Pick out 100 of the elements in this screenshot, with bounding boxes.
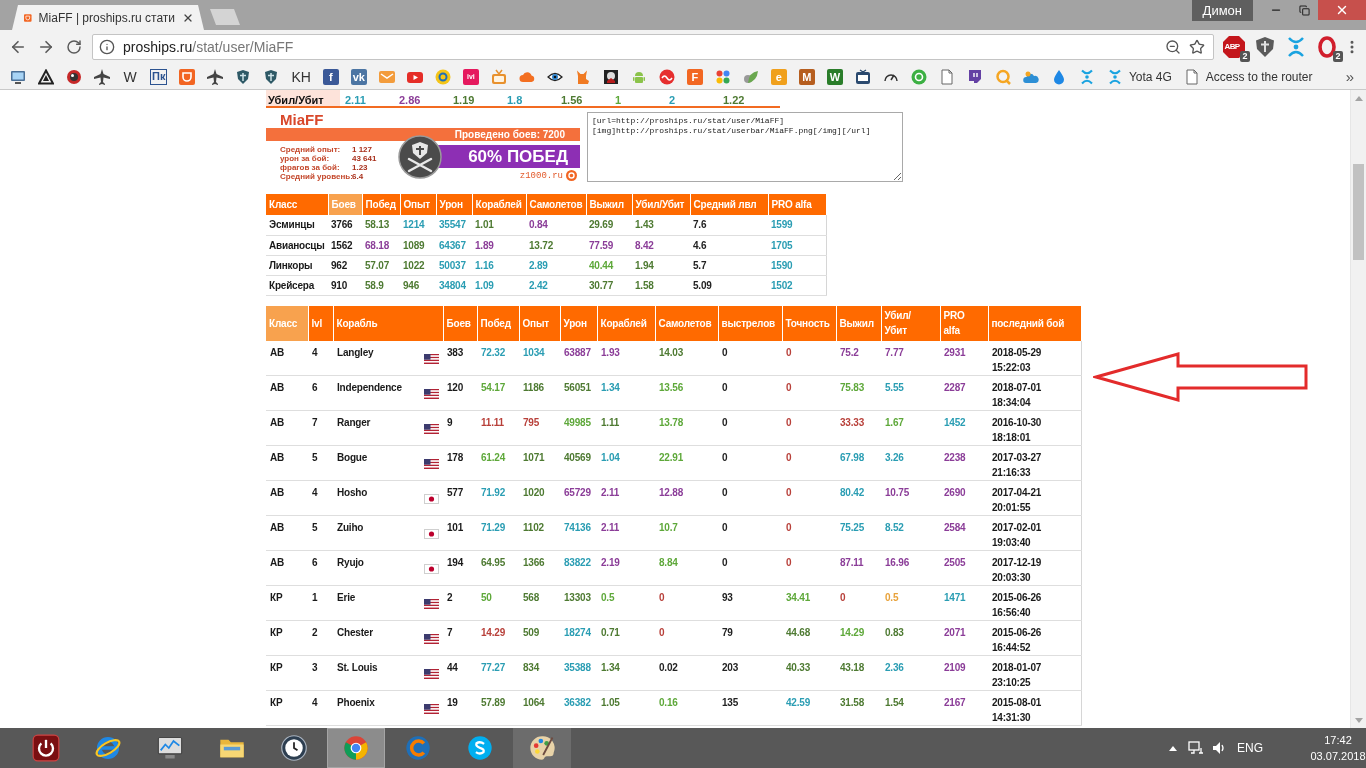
column-header[interactable]: PRO alfa [768,194,826,215]
more-bookmarks-button[interactable]: » [1341,68,1358,85]
table-cell: 0 [718,550,782,586]
favicon: Пк [150,68,168,85]
table-cell: 64.95 [477,550,519,586]
table-cell: 5 [308,445,333,481]
table-cell: 6 [308,375,333,411]
table-cell: 1.04 [597,445,655,481]
table-cell: 44.68 [782,620,836,656]
bookmark[interactable]: vk [344,65,373,88]
clock-date[interactable]: 03.07.2018 [1310,749,1366,763]
url-text: proships.ru/stat/user/MiaFF [123,39,294,55]
chat-bubble-icon [966,68,983,85]
extension-button[interactable]: ABP 2 [1218,33,1249,61]
column-header[interactable]: Выжил [586,194,632,215]
bookmark-star-icon[interactable] [1189,39,1205,55]
bookmark[interactable]: W [116,65,144,88]
table-cell: 65729 [560,480,597,516]
table-cell: 1.89 [472,235,526,255]
bookmark[interactable]: M [792,65,821,88]
bbcode-textarea[interactable]: [url=http://proships.ru/stat/user/MiaFF] [img]http://proships.ru/stat/userbar/MiaFF.png[/img][/url] [587,112,903,182]
ship-name: Langley [337,345,374,360]
bookmark[interactable]: Пк [144,65,174,88]
column-header[interactable]: Убил/Убит [632,194,690,215]
table-cell: 2017-03-27 21:16:33 [988,445,1081,481]
column-header[interactable]: Опыт [519,305,560,341]
extension-button[interactable]: 2 [1311,33,1342,61]
forward-arrow-icon [37,38,55,56]
column-header[interactable]: PRO alfa [940,305,988,341]
table-cell: 1452 [940,410,988,446]
icon-label: ABP [1224,43,1240,51]
column-header[interactable]: Средний лвл [690,194,768,215]
table-cell: АВ [266,515,308,551]
table-cell: 44 [443,655,477,691]
ship-name: Hosho [337,486,368,500]
zoom-out-icon[interactable] [1165,39,1181,55]
shield-icon [235,68,252,85]
column-header[interactable]: Побед [477,305,519,341]
table-cell: 1214 [400,215,436,235]
bookmark[interactable]: F [680,65,709,88]
table-cell: 8.52 [881,515,940,551]
caret-down-icon [1354,717,1363,723]
scrollbar-thumb[interactable] [1353,164,1364,260]
table-cell: 36382 [560,690,597,726]
japan-flag-icon [424,494,439,504]
column-header[interactable]: Точность [782,305,836,341]
column-header[interactable]: Боев [443,305,477,341]
bookmark[interactable]: f [316,65,345,88]
column-header[interactable]: Урон [560,305,597,341]
bookmark[interactable]: W [820,65,849,88]
column-header[interactable]: Класс [266,305,308,341]
ring-icon [994,68,1011,85]
bookmark[interactable]: KH [285,65,317,88]
table-cell: 2167 [940,690,988,726]
table-cell: 79 [718,620,782,656]
table-cell: 87.11 [836,550,881,586]
column-header[interactable]: Кораблей [472,194,526,215]
bookmark[interactable]: e [764,65,793,88]
donut-icon [434,68,451,85]
browser-tab[interactable]: MiaFF | proships.ru стати [12,5,204,30]
bookmark[interactable]: Access to the router [1177,65,1319,88]
info-icon[interactable] [99,39,115,55]
row-label: Убил/Убит [266,90,340,106]
bookmark[interactable]: Yota 4G [1100,65,1178,88]
column-header[interactable]: Самолетов [655,305,718,341]
table-cell: 2.36 [881,655,940,691]
network-icon[interactable] [1188,740,1205,756]
table-cell: 2017-02-01 19:03:40 [988,515,1081,551]
table-cell: 29.69 [586,215,632,235]
stat-value: 43 641 [352,154,377,163]
table-cell: 2.11 [345,94,366,106]
column-header[interactable]: Кораблей [597,305,655,341]
column-header[interactable]: Выжил [836,305,881,341]
column-header[interactable]: выстрелов [718,305,782,341]
triangle-logo-icon [38,68,54,85]
envelope-icon [378,68,395,85]
table-cell: 568 [519,585,560,621]
column-header[interactable]: Боев [328,194,362,215]
column-header[interactable]: последний бой [988,305,1081,341]
column-header[interactable]: Побед [362,194,400,215]
column-header[interactable]: Корабль [333,305,443,341]
table-cell: 42.59 [782,690,836,726]
column-header[interactable]: Самолетов [526,194,586,215]
column-header[interactable]: Класс [266,194,328,215]
shield-icon [1253,36,1276,58]
caret-up-icon[interactable] [1169,745,1178,751]
column-header[interactable]: Убил/ Убит [881,305,940,341]
usa-flag-icon [424,599,439,609]
table-cell: 31.58 [836,690,881,726]
table-cell: 68.18 [362,235,400,255]
table-cell: 6 [308,550,333,586]
column-header[interactable]: Урон [436,194,472,215]
column-header[interactable]: lvl [308,305,333,341]
chrome-logo-icon [342,734,370,762]
table-cell: 2.11 [597,515,655,551]
column-header[interactable]: Опыт [400,194,436,215]
address-bar[interactable]: proships.ru/stat/user/MiaFF [92,34,1214,60]
profile-button[interactable]: Димон [1191,0,1253,21]
language-indicator[interactable]: ENG [1237,741,1263,755]
clock-time[interactable]: 17:42 [1324,733,1352,747]
